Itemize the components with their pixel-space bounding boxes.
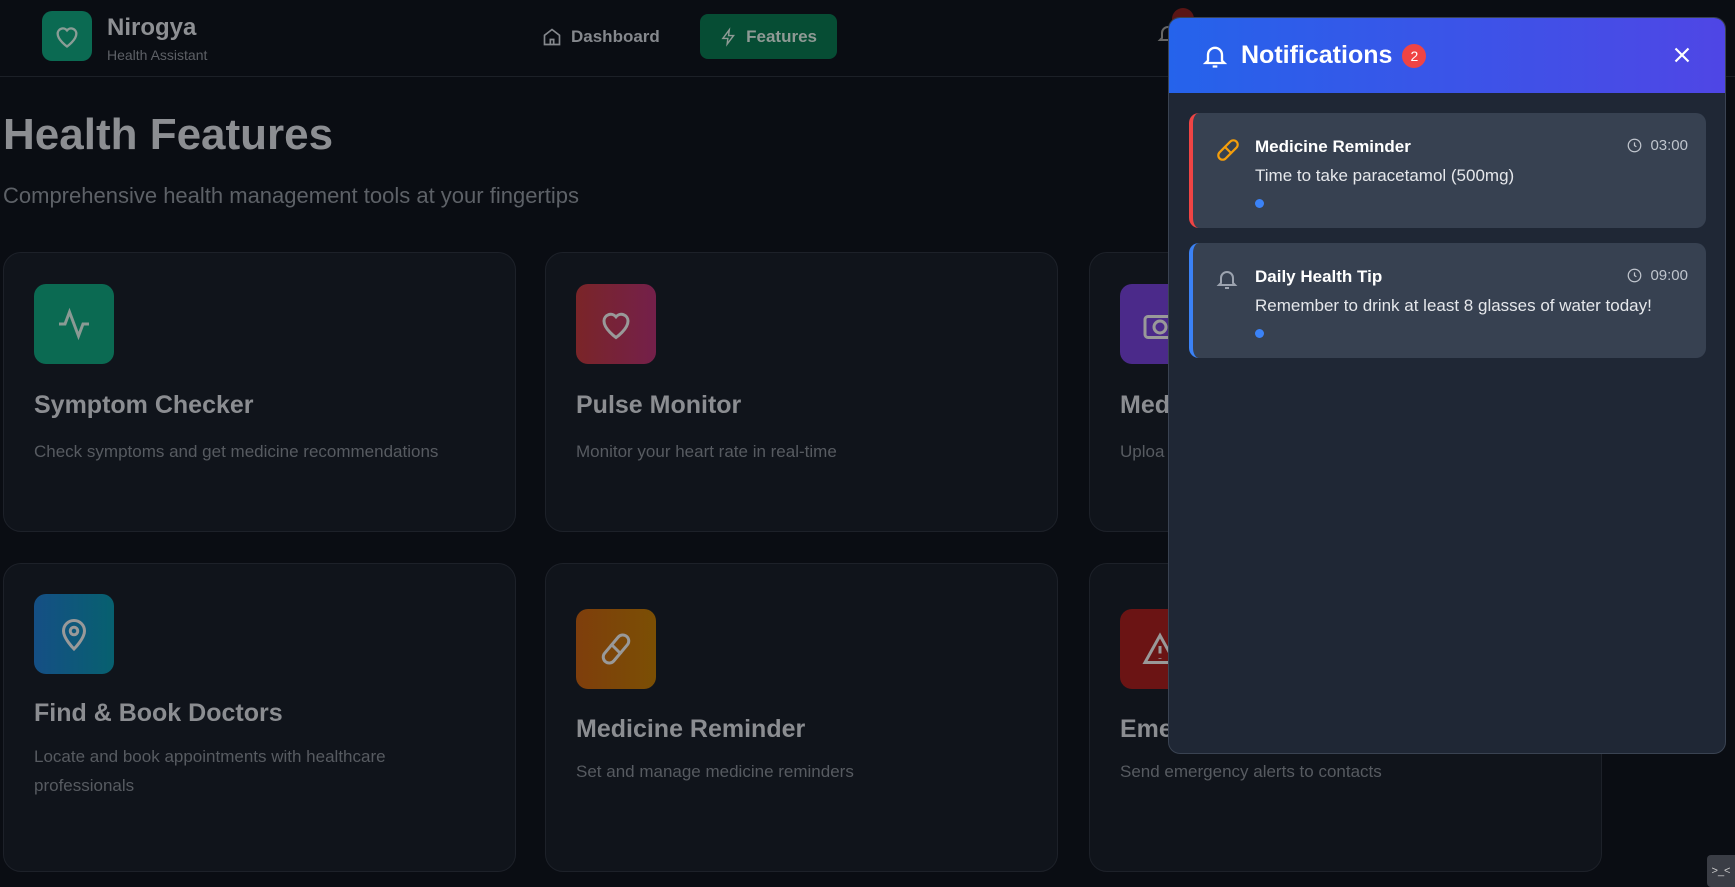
unread-dot <box>1255 199 1264 208</box>
page-subtitle: Comprehensive health management tools at… <box>3 183 579 208</box>
devtools-toggle-button[interactable]: >_< <box>1707 855 1735 887</box>
activity-icon <box>34 284 114 364</box>
logo[interactable] <box>42 11 92 61</box>
notification-time-text: 03:00 <box>1650 137 1688 154</box>
notifications-header: Notifications 2 <box>1169 18 1725 93</box>
notification-time: 03:00 <box>1627 137 1688 154</box>
notification-title: Daily Health Tip <box>1255 267 1383 286</box>
card-description: Locate and book appointments with health… <box>34 747 386 795</box>
card-description: Check symptoms and get medicine recommen… <box>34 442 439 461</box>
heart-icon <box>56 27 78 48</box>
card-title: Pulse Monitor <box>576 391 742 419</box>
clock-icon <box>1628 268 1642 283</box>
notification-title: Medicine Reminder <box>1255 137 1411 156</box>
clock-icon <box>1628 138 1642 153</box>
notification-message: Time to take paracetamol (500mg) <box>1255 166 1515 185</box>
card-description: Set and manage medicine reminders <box>576 762 854 781</box>
card-title: Med <box>1120 391 1170 419</box>
close-icon[interactable] <box>1669 42 1695 68</box>
brand-name: Nirogya <box>107 14 197 41</box>
notification-time: 09:00 <box>1627 267 1688 284</box>
bell-icon <box>1202 46 1228 68</box>
nav-features-label: Features <box>746 26 817 46</box>
card-title: Find & Book Doctors <box>34 699 283 727</box>
feature-card-pulse-monitor[interactable]: Pulse Monitor Monitor your heart rate in… <box>545 252 1058 532</box>
notifications-count-badge: 2 <box>1402 43 1427 68</box>
card-description: Monitor your heart rate in real-time <box>576 442 837 461</box>
nav-dashboard[interactable]: Dashboard <box>522 14 680 59</box>
nav-dashboard-label: Dashboard <box>571 26 660 46</box>
card-title: Eme <box>1120 715 1173 743</box>
notification-time-text: 09:00 <box>1650 267 1688 284</box>
feature-card-find-doctors[interactable]: Find & Book Doctors Locate and book appo… <box>3 563 516 872</box>
brand-subtitle: Health Assistant <box>107 47 208 63</box>
zap-icon <box>721 26 735 47</box>
notifications-panel: Notifications 2 Medicine Reminder 03:00 … <box>1168 17 1726 754</box>
map-pin-icon <box>34 594 114 674</box>
notification-message: Remember to drink at least 8 glasses of … <box>1255 296 1652 315</box>
notifications-title: Notifications <box>1241 41 1393 69</box>
notification-item[interactable]: Medicine Reminder 03:00 Time to take par… <box>1189 113 1706 228</box>
nav-features[interactable]: Features <box>700 14 837 59</box>
card-title: Medicine Reminder <box>576 715 806 743</box>
feature-card-medicine-reminder[interactable]: Medicine Reminder Set and manage medicin… <box>545 563 1058 872</box>
page-title: Health Features <box>3 110 334 159</box>
heart-icon <box>576 284 656 364</box>
feature-card-symptom-checker[interactable]: Symptom Checker Check symptoms and get m… <box>3 252 516 532</box>
unread-dot <box>1255 329 1264 338</box>
bell-icon <box>1216 271 1238 289</box>
home-icon <box>543 27 561 45</box>
pill-icon <box>1217 139 1239 161</box>
card-title: Symptom Checker <box>34 391 254 419</box>
notification-item[interactable]: Daily Health Tip 09:00 Remember to drink… <box>1189 243 1706 358</box>
pill-icon <box>576 609 656 689</box>
card-description: Send emergency alerts to contacts <box>1120 762 1382 781</box>
